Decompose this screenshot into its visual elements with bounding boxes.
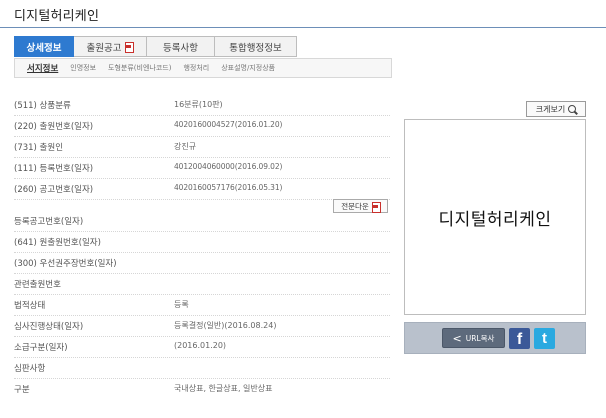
row-value: 16분류(10판) [174, 100, 223, 109]
tab-registration[interactable]: 등록사항 [147, 36, 215, 57]
row-value: 4020160057176(2016.05.31) [174, 183, 283, 192]
pdf-icon [371, 201, 381, 213]
row-label: (731) 출원인 [14, 143, 64, 153]
table-row: 등록공고번호(일자) [14, 211, 390, 232]
subnav-person[interactable]: 인명정보 [70, 63, 96, 73]
row-value: 4020160004527(2016.01.20) [174, 120, 283, 129]
zoom-button[interactable]: 크게보기 [526, 101, 586, 117]
row-value: 4012004060000(2016.09.02) [174, 162, 283, 171]
fulltext-download-label: 전문다운 [341, 201, 369, 211]
row-label: 구분 [14, 385, 30, 395]
tab-detail[interactable]: 상세정보 [14, 36, 74, 57]
subnav-bibliographic[interactable]: 서지정보 [27, 62, 58, 74]
row-label: (220) 출원번호(일자) [14, 122, 94, 132]
tab-registration-label: 등록사항 [163, 42, 198, 54]
row-label: (260) 공고번호(일자) [14, 185, 94, 195]
row-value: 등록 [174, 300, 189, 309]
facebook-icon: f [516, 330, 523, 348]
row-label: (641) 원출원번호(일자) [14, 238, 101, 248]
table-row: 소급구분(일자) (2016.01.20) [14, 337, 390, 358]
fulltext-download-button[interactable]: 전문다운 [333, 199, 388, 213]
title-divider [0, 27, 606, 28]
table-row: 관련출원번호 [14, 274, 390, 295]
pdf-icon [124, 42, 135, 53]
subnav-admin-process[interactable]: 행정처리 [183, 63, 209, 73]
zoom-label: 크게보기 [535, 104, 566, 114]
url-copy-label: URL복사 [465, 333, 495, 343]
table-row: (731) 출원인 강진규 [14, 137, 390, 158]
table-row: 심사진행상태(일자) 등록결정(일반)(2016.08.24) [14, 316, 390, 337]
table-row: (260) 공고번호(일자) 4020160057176(2016.05.31) [14, 179, 390, 200]
row-value: 등록결정(일반)(2016.08.24) [174, 321, 277, 330]
row-label: (111) 등록번호(일자) [14, 164, 94, 174]
table-row: (641) 원출원번호(일자) [14, 232, 390, 253]
row-label: (300) 우선권주장번호(일자) [14, 259, 117, 269]
tab-admin-info-label: 통합행정정보 [229, 42, 282, 54]
twitter-share-button[interactable]: t [534, 327, 555, 349]
table-row: 심판사항 [14, 358, 390, 379]
row-value: (2016.01.20) [174, 341, 227, 350]
row-label: 법적상태 [14, 301, 46, 311]
url-copy-button[interactable]: < URL복사 [442, 328, 505, 348]
facebook-share-button[interactable]: f [509, 327, 530, 349]
table-row: (111) 등록번호(일자) 4012004060000(2016.09.02) [14, 158, 390, 179]
table-row: 법적상태 등록 [14, 295, 390, 316]
sub-navigation: 서지정보 인명정보 도형분류(비엔나코드) 행정처리 상표설명/지정상품 [14, 58, 392, 78]
table-row: 구분 국내상표, 한글상표, 일반상표 [14, 379, 390, 400]
share-bar: < URL복사 f t [404, 322, 586, 354]
row-label: 등록공고번호(일자) [14, 217, 84, 227]
row-label: 심판사항 [14, 364, 46, 374]
row-value: 강진규 [174, 142, 197, 151]
tab-admin-info[interactable]: 통합행정정보 [215, 36, 297, 57]
row-label: 심사진행상태(일자) [14, 322, 84, 332]
tab-bar: 상세정보 출원공고 등록사항 통합행정정보 [14, 36, 297, 57]
row-label: (511) 상품분류 [14, 101, 71, 111]
subnav-vienna-code[interactable]: 도형분류(비엔나코드) [108, 63, 171, 73]
page-title: 디지털허리케인 [14, 9, 100, 24]
table-row: (220) 출원번호(일자) 4020160004527(2016.01.20) [14, 116, 390, 137]
trademark-image: 디지털허리케인 [404, 119, 586, 315]
magnifier-icon [568, 105, 577, 113]
tab-publication-label: 출원공고 [86, 42, 122, 54]
share-icon: < [452, 331, 462, 345]
row-value: 국내상표, 한글상표, 일반상표 [174, 384, 273, 393]
twitter-icon: t [542, 329, 547, 347]
subnav-designated-goods[interactable]: 상표설명/지정상품 [221, 63, 275, 73]
tab-publication[interactable]: 출원공고 [74, 36, 147, 57]
table-row: (511) 상품분류 16분류(10판) [14, 95, 390, 116]
trademark-text: 디지털허리케인 [438, 209, 552, 230]
row-label: 소급구분(일자) [14, 343, 68, 353]
tab-detail-label: 상세정보 [26, 42, 62, 54]
row-label: 관련출원번호 [14, 280, 61, 290]
table-row: (300) 우선권주장번호(일자) [14, 253, 390, 274]
